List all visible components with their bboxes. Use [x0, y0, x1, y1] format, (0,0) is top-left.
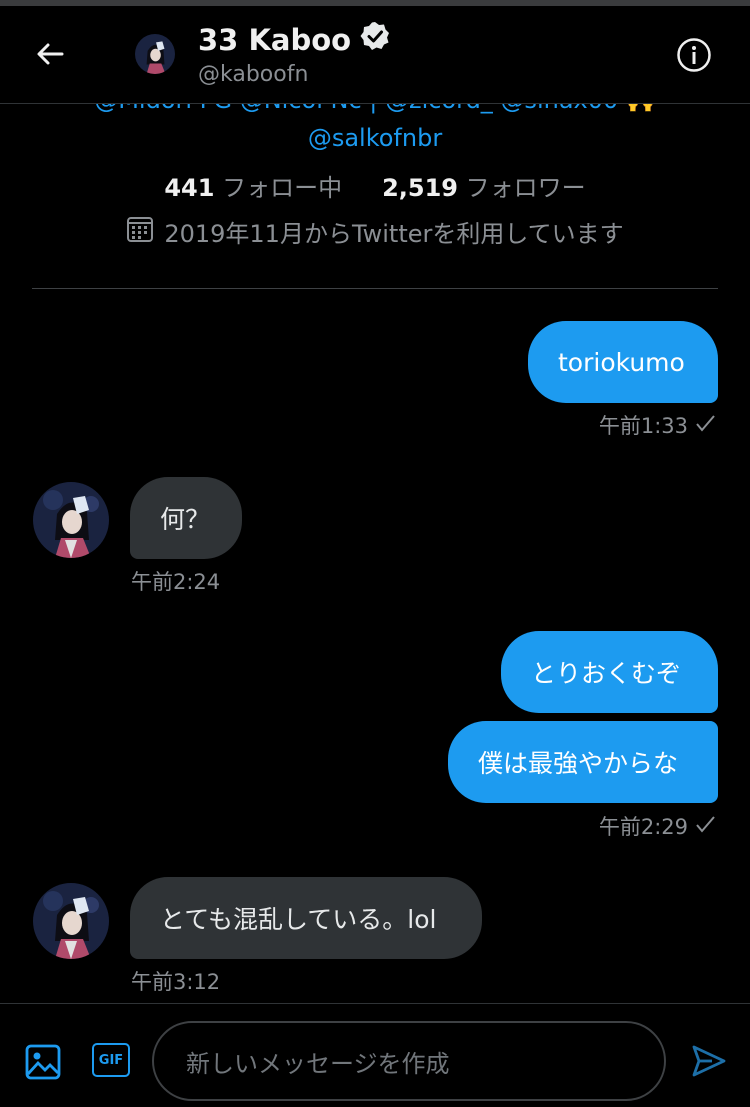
- image-icon: [24, 1044, 62, 1085]
- info-button[interactable]: [676, 37, 712, 73]
- message-time: 午前1:33: [598, 414, 688, 438]
- profile-divider: [32, 288, 718, 289]
- back-button[interactable]: [28, 34, 72, 78]
- message-text: 何？: [160, 505, 211, 534]
- following-count: 441: [164, 174, 215, 202]
- gif-button[interactable]: GIF: [92, 1043, 130, 1081]
- read-check-icon: [694, 813, 716, 840]
- header-avatar[interactable]: [135, 34, 175, 74]
- back-arrow-icon: [34, 38, 66, 74]
- conversation-header: 33 Kaboo @kaboofn: [0, 6, 750, 104]
- gif-label: GIF: [98, 1052, 124, 1068]
- image-button[interactable]: [24, 1043, 62, 1081]
- avatar[interactable]: [33, 482, 109, 558]
- message-bubble-sent[interactable]: とりおくむぞ: [501, 631, 718, 713]
- profile-bio-mention[interactable]: @salkofnbr: [0, 124, 750, 152]
- message-text: toriokumo: [558, 347, 685, 377]
- joined-date: 2019年11月からTwitterを利用しています: [0, 214, 750, 249]
- message-bubble-received[interactable]: とても混乱している。lol: [130, 877, 482, 959]
- joined-text: 2019年11月からTwitterを利用しています: [164, 220, 624, 248]
- calendar-icon: [126, 215, 154, 249]
- message-input[interactable]: 新しいメッセージを作成: [152, 1021, 666, 1101]
- send-button[interactable]: [690, 1042, 728, 1080]
- message-meta: 午前2:29: [599, 811, 716, 841]
- avatar[interactable]: [33, 883, 109, 959]
- message-text: 僕は最強やからな: [478, 749, 679, 778]
- message-text: とても混乱している。lol: [160, 905, 437, 934]
- message-meta: 午前2:24: [131, 566, 220, 596]
- verified-badge-icon: [359, 20, 391, 59]
- message-composer: GIF 新しいメッセージを作成: [0, 1003, 750, 1107]
- followers-stat[interactable]: 2,519 フォロワー: [382, 168, 586, 203]
- header-name-row[interactable]: 33 Kaboo: [198, 20, 391, 59]
- message-input-placeholder: 新しいメッセージを作成: [186, 1049, 450, 1078]
- following-stat[interactable]: 441 フォロー中: [164, 168, 342, 203]
- followers-label: フォロワー: [465, 174, 586, 202]
- gif-icon: GIF: [92, 1043, 130, 1077]
- followers-count: 2,519: [382, 174, 459, 202]
- header-handle: @kaboofn: [198, 62, 309, 87]
- send-icon: [690, 1045, 728, 1084]
- message-time: 午前2:24: [131, 570, 221, 594]
- message-time: 午前2:29: [598, 815, 688, 839]
- header-name: 33 Kaboo: [198, 22, 352, 57]
- read-check-icon: [694, 412, 716, 439]
- info-icon: [676, 38, 712, 77]
- following-label: フォロー中: [222, 174, 343, 202]
- message-bubble-sent[interactable]: 僕は最強やからな: [448, 721, 718, 803]
- message-bubble-sent[interactable]: toriokumo: [528, 321, 718, 403]
- profile-stats: 441 フォロー中 2,519 フォロワー: [0, 168, 750, 203]
- message-meta: 午前3:12: [131, 966, 220, 996]
- message-meta: 午前1:33: [599, 410, 716, 440]
- message-bubble-received[interactable]: 何？: [130, 477, 242, 559]
- message-time: 午前3:12: [131, 970, 221, 994]
- message-text: とりおくむぞ: [531, 659, 682, 688]
